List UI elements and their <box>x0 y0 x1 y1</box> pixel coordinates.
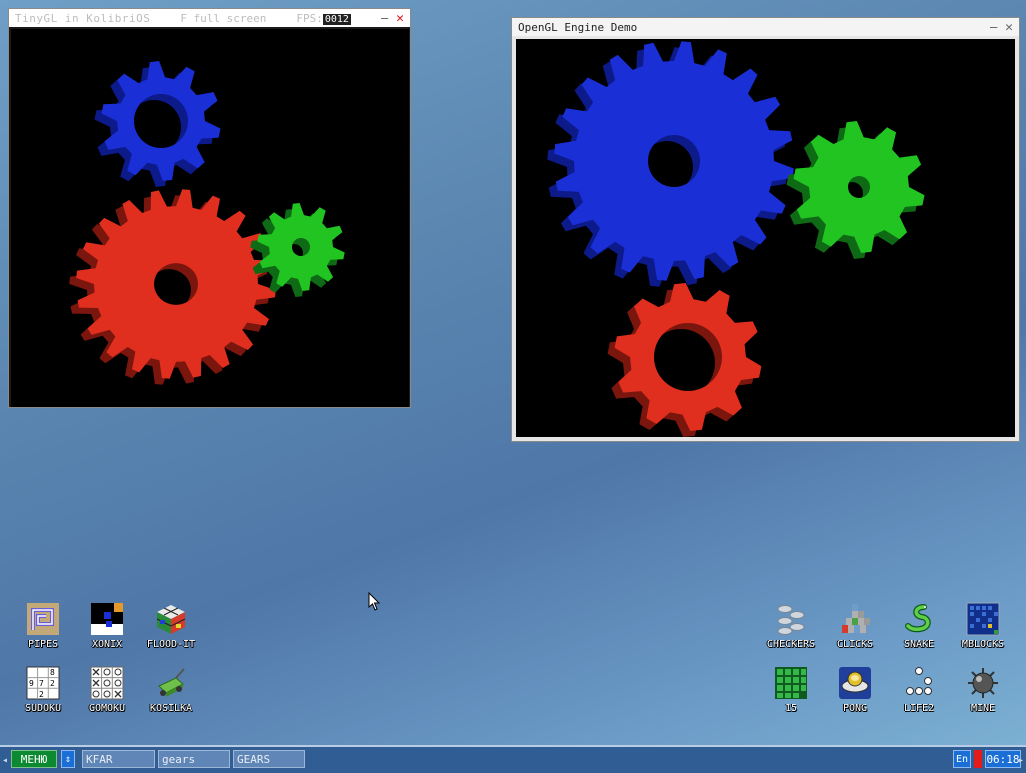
desktop-icon-sudoku[interactable]: 89722 SUDOKU <box>11 666 75 714</box>
desktop-icon-flood-it[interactable]: FLOOD-IT <box>139 602 203 650</box>
icon-label: XONIX <box>91 639 123 650</box>
icon-label: SNAKE <box>903 639 935 650</box>
desktop-icon-xonix[interactable]: XONIX <box>75 602 139 650</box>
svg-text:9: 9 <box>29 679 34 688</box>
red-gear <box>607 283 762 437</box>
gomoku-icon <box>90 666 124 700</box>
checkers-icon <box>774 602 808 636</box>
desktop-icon-mblocks[interactable]: MBLOCKS <box>951 602 1015 650</box>
icon-label: 15 <box>784 703 798 714</box>
opengl-titlebar[interactable]: OpenGL Engine Demo – ✕ <box>512 18 1019 36</box>
desktop-icon-life2[interactable]: LIFE2 <box>887 666 951 714</box>
taskbar: ◂ МЕНЮ ⇕ KFAR gears GEARS En 06:18 ▸ <box>0 745 1026 773</box>
icon-label: CHECKERS <box>766 639 816 650</box>
desktop-icon-snake[interactable]: SNAKE <box>887 602 951 650</box>
green-gear <box>250 203 345 297</box>
svg-text:2: 2 <box>50 679 55 688</box>
desktop-icon-pong[interactable]: PONG <box>823 666 887 714</box>
language-indicator[interactable]: En <box>953 750 971 768</box>
clock[interactable]: 06:18 <box>985 750 1021 768</box>
life2-icon <box>902 666 936 700</box>
desktop-icon-checkers[interactable]: CHECKERS <box>759 602 823 650</box>
desktop-icon-clicks[interactable]: CLICKS <box>823 602 887 650</box>
icon-label: SUDOKU <box>24 703 62 714</box>
snake-icon <box>902 602 936 636</box>
kosilka-icon <box>154 666 188 700</box>
icon-label: GOMOKU <box>88 703 126 714</box>
fullscreen-hint: F full screen <box>180 11 267 25</box>
flood-it-icon <box>154 602 188 636</box>
close-button[interactable]: ✕ <box>1005 20 1013 35</box>
opengl-title: OpenGL Engine Demo <box>518 20 638 34</box>
taskbar-left-arrow[interactable]: ◂ <box>1 751 9 769</box>
engine-canvas <box>516 39 1015 437</box>
minimize-button[interactable]: – <box>381 11 388 25</box>
icon-label: CLICKS <box>836 639 874 650</box>
pong-icon <box>838 666 872 700</box>
icon-label: PONG <box>842 703 868 714</box>
svg-text:7: 7 <box>39 679 44 688</box>
clicks-icon <box>838 602 872 636</box>
desktop-icon-kosilka[interactable]: KOSILKA <box>139 666 203 714</box>
svg-text:8: 8 <box>50 668 55 677</box>
opengl-window[interactable]: OpenGL Engine Demo – ✕ <box>511 17 1020 442</box>
fps-value: 0012 <box>322 13 351 25</box>
xonix-icon <box>90 602 124 636</box>
fps-label: FPS: <box>296 11 323 25</box>
svg-text:2: 2 <box>39 690 44 699</box>
desktop-icon-gomoku[interactable]: GOMOKU <box>75 666 139 714</box>
desktop-icon-pipes[interactable]: PIPES <box>11 602 75 650</box>
fps-counter: FPS: 0012 <box>296 12 351 25</box>
gears-canvas <box>11 29 409 407</box>
icon-label: MBLOCKS <box>961 639 1005 650</box>
taskbar-right-arrow[interactable]: ▸ <box>1017 751 1025 769</box>
fifteen-icon <box>774 666 808 700</box>
gear-face <box>101 61 221 181</box>
mblocks-icon <box>966 602 1000 636</box>
mine-icon <box>966 666 1000 700</box>
desktop-icon-15[interactable]: 15 <box>759 666 823 714</box>
menu-button[interactable]: МЕНЮ <box>11 750 57 768</box>
icon-label: LIFE2 <box>903 703 935 714</box>
green-gear <box>786 121 925 259</box>
taskbar-item-gears-app[interactable]: GEARS <box>233 750 305 768</box>
gear-face <box>614 283 762 431</box>
icon-label: FLOOD-IT <box>146 639 196 650</box>
pipes-icon <box>26 602 60 636</box>
keyboard-indicator <box>974 750 982 768</box>
taskbar-item-kfar[interactable]: KFAR <box>82 750 155 768</box>
gear-face <box>793 121 925 253</box>
tinygl-titlebar[interactable]: TinyGL in KolibriOS F full screen FPS: 00… <box>9 9 410 27</box>
sudoku-icon: 89722 <box>26 666 60 700</box>
close-button[interactable]: ✕ <box>396 11 404 26</box>
taskbar-item-gears[interactable]: gears <box>158 750 230 768</box>
tinygl-title: TinyGL in KolibriOS <box>15 11 151 25</box>
blue-gear <box>547 41 794 287</box>
blue-gear <box>94 61 221 187</box>
desktop-icon-mine[interactable]: MINE <box>951 666 1015 714</box>
icon-label: PIPES <box>27 639 59 650</box>
icon-label: KOSILKA <box>149 703 193 714</box>
task-switch-icon[interactable]: ⇕ <box>61 750 75 768</box>
icon-label: MINE <box>970 703 996 714</box>
minimize-button[interactable]: – <box>990 20 997 34</box>
red-gear <box>69 189 276 385</box>
tinygl-window[interactable]: TinyGL in KolibriOS F full screen FPS: 00… <box>8 8 411 408</box>
